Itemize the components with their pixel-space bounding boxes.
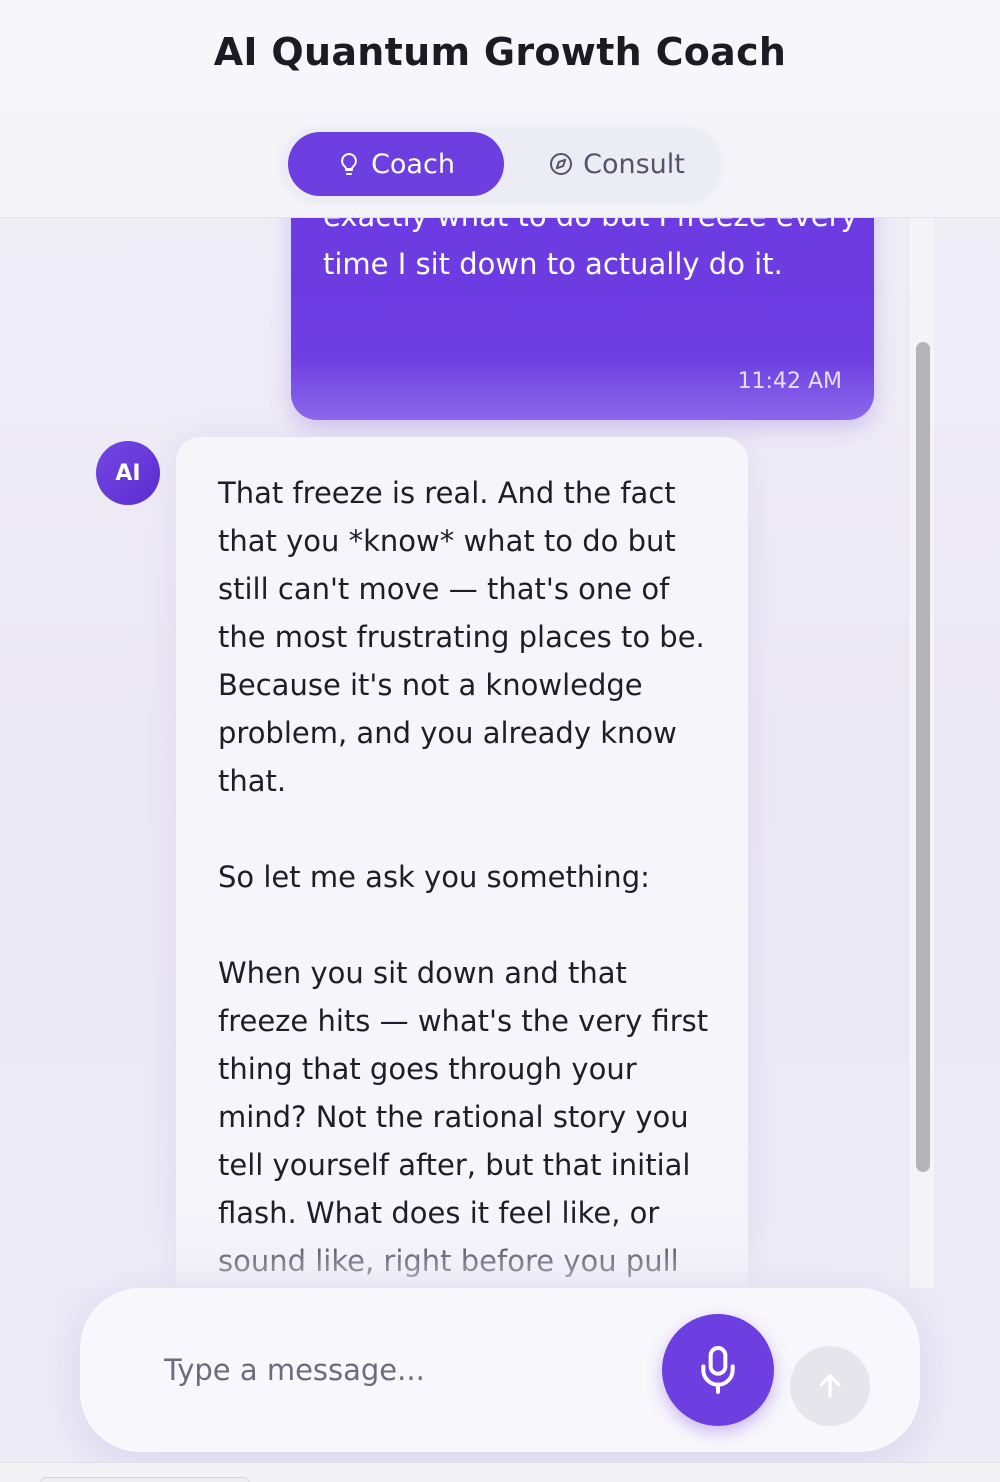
bottom-bar [0, 1462, 1000, 1482]
user-message: exactly what to do but I freeze every ti… [291, 218, 874, 420]
message-input[interactable] [164, 1348, 634, 1392]
arrow-up-icon [819, 1374, 841, 1398]
microphone-button[interactable] [662, 1314, 774, 1426]
ai-message-paragraph: So let me ask you something: [218, 860, 650, 894]
ai-avatar: AI [96, 441, 160, 505]
app-root: AI Quantum Growth Coach Coach Consult ex… [0, 0, 1000, 1482]
compass-icon [550, 153, 573, 175]
tab-coach[interactable]: Coach [288, 132, 504, 196]
scrollbar-track[interactable] [908, 218, 934, 1288]
tab-coach-label: Coach [371, 148, 455, 180]
scroll-fade [0, 1218, 908, 1288]
app-header: AI Quantum Growth Coach [0, 0, 1000, 108]
tab-consult[interactable]: Consult [522, 132, 712, 196]
microphone-icon [701, 1345, 735, 1395]
ai-message-paragraph: That freeze is real. And the fact that y… [218, 476, 705, 798]
message-composer [80, 1288, 920, 1452]
user-message-text: exactly what to do but I freeze every ti… [323, 218, 858, 281]
ai-message: That freeze is real. And the fact that y… [176, 437, 748, 1288]
mode-switch: Coach Consult [282, 128, 720, 200]
lightbulb-icon [341, 153, 357, 175]
message-timestamp: 11:42 AM [737, 369, 842, 394]
tab-bar: Coach Consult [0, 108, 1000, 218]
scrollbar-thumb[interactable] [916, 342, 930, 1172]
chat-thread[interactable]: exactly what to do but I freeze every ti… [0, 218, 908, 1288]
send-button[interactable] [790, 1346, 870, 1426]
page-title: AI Quantum Growth Coach [213, 30, 787, 74]
bottom-pill [40, 1477, 250, 1482]
tab-consult-label: Consult [583, 148, 685, 180]
